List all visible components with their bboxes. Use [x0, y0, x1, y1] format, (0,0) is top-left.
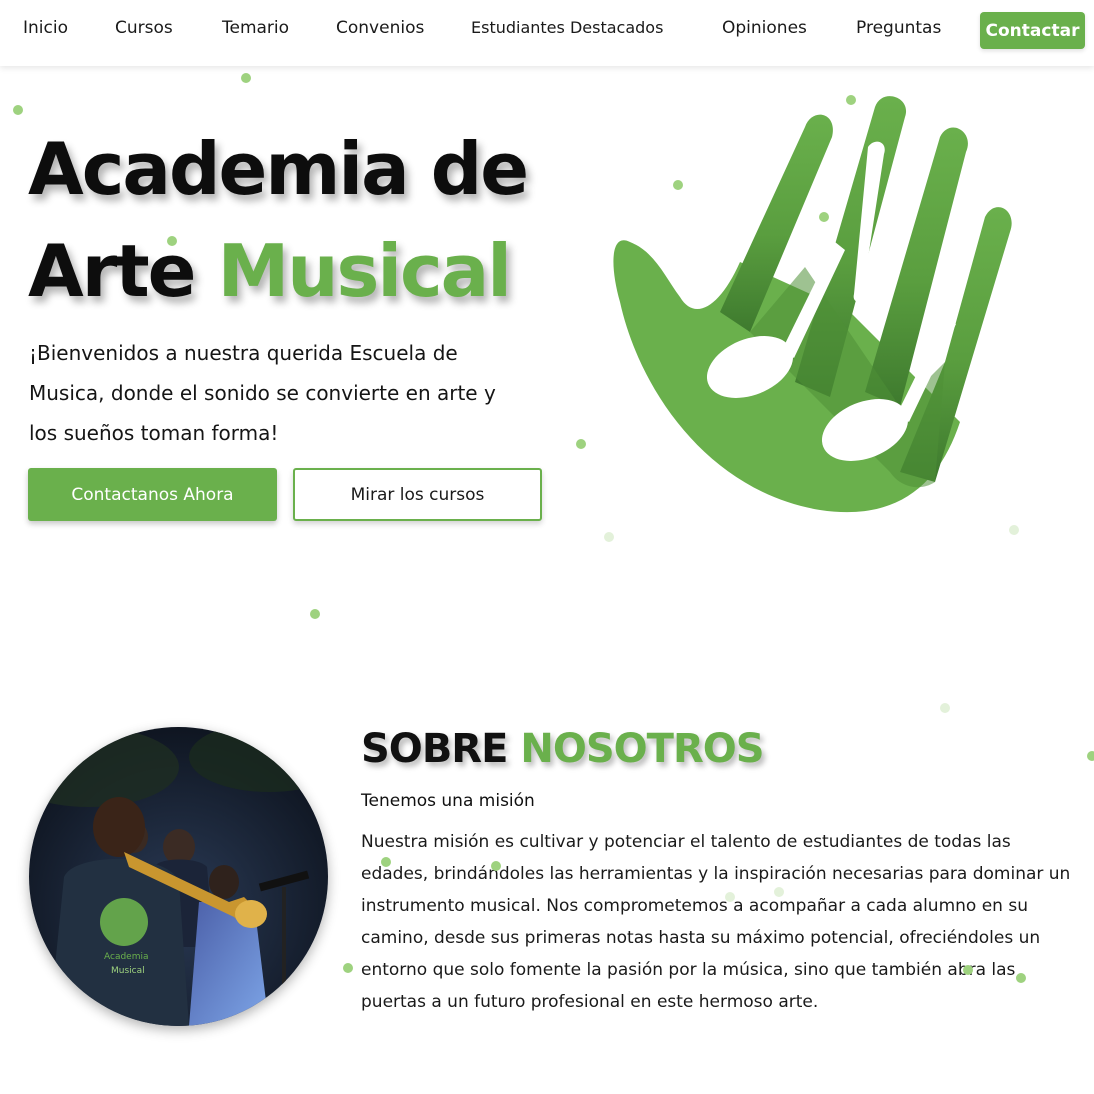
decorative-dot [1016, 973, 1026, 983]
nav-link-cursos[interactable]: Cursos [115, 18, 173, 38]
decorative-dot [604, 532, 614, 542]
hero-subtitle: ¡Bienvenidos a nuestra querida Escuela d… [29, 341, 496, 445]
nav-link-preguntas[interactable]: Preguntas [856, 18, 941, 38]
contactar-button[interactable]: Contactar [980, 12, 1085, 49]
about-body-text: Nuestra misión es cultivar y potenciar e… [361, 832, 1071, 1012]
nav-link-inicio[interactable]: Inicio [23, 18, 68, 38]
decorative-dot [167, 236, 177, 246]
hero-title: Academia de Arte Musical [28, 118, 588, 322]
decorative-dot [241, 73, 251, 83]
decorative-dot [1087, 751, 1094, 761]
decorative-dot [1009, 525, 1019, 535]
students-trumpet-photo: Academia Musical [29, 727, 328, 1026]
about-title-green: NOSOTROS [520, 726, 764, 772]
decorative-dot [310, 609, 320, 619]
nav-link-convenios[interactable]: Convenios [336, 18, 424, 38]
decorative-dot [725, 892, 735, 902]
nav-link-opiniones[interactable]: Opiniones [722, 18, 807, 38]
contactanos-ahora-button[interactable]: Contactanos Ahora [28, 468, 277, 521]
shirt-text: Academia [104, 952, 149, 962]
decorative-dot [381, 857, 391, 867]
hero-title-green: Musical [217, 229, 512, 313]
hand-music-note-logo-icon [613, 96, 1012, 513]
decorative-dot [940, 703, 950, 713]
about-subtitle: Tenemos una misión [361, 791, 535, 811]
decorative-dot [491, 861, 501, 871]
decorative-dot [13, 105, 23, 115]
decorative-dot [963, 965, 973, 975]
shirt-text: Musical [111, 966, 145, 976]
top-navbar: Inicio Cursos Temario Convenios Estudian… [0, 0, 1094, 66]
nav-link-estudiantes-destacados[interactable]: Estudiantes Destacados [471, 18, 663, 37]
nav-link-temario[interactable]: Temario [222, 18, 289, 38]
decorative-dot [576, 439, 586, 449]
decorative-dot [343, 963, 353, 973]
about-title: SOBRE NOSOTROS [361, 726, 765, 772]
concert-photo-illustration: Academia Musical [29, 727, 328, 1026]
about-title-black: SOBRE [361, 726, 508, 772]
hero-title-line1: Academia de [28, 127, 529, 211]
decorative-dot [774, 887, 784, 897]
mirar-cursos-button[interactable]: Mirar los cursos [293, 468, 542, 521]
